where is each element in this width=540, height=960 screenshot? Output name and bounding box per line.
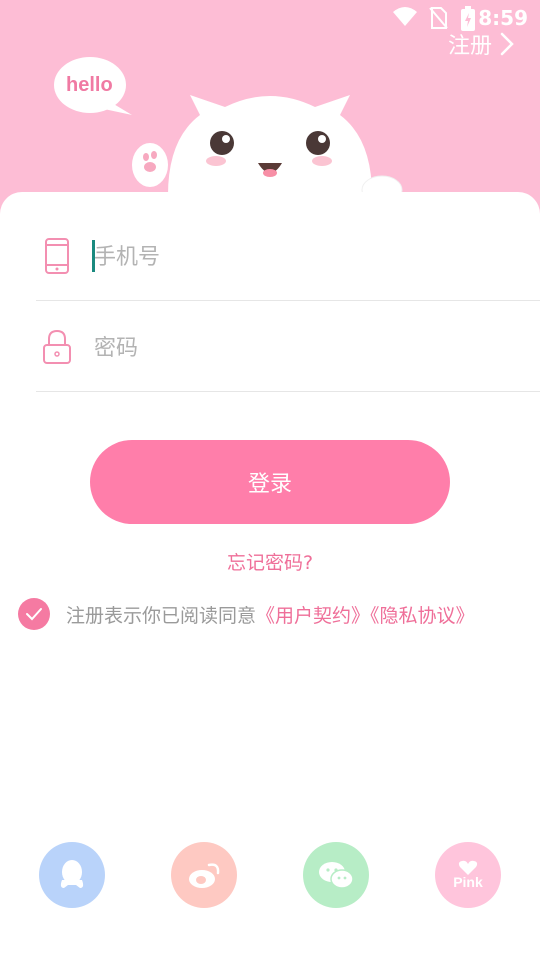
login-button[interactable]: 登录 (90, 440, 450, 524)
user-agreement-link[interactable]: 《用户契约》 (256, 605, 370, 627)
password-input[interactable] (94, 331, 494, 365)
wechat-login-button[interactable] (303, 842, 369, 908)
qq-login-button[interactable] (39, 842, 105, 908)
lock-icon (43, 329, 71, 364)
no-sim-icon (429, 7, 448, 29)
weibo-login-button[interactable] (171, 842, 237, 908)
checkmark-icon (26, 608, 42, 621)
password-field (36, 301, 540, 392)
pink-login-button[interactable]: Pink (435, 842, 501, 908)
chevron-right-icon (500, 32, 514, 56)
agreement-row: 注册表示你已阅读同意《用户契约》《隐私协议》 (18, 598, 475, 630)
pink-label: Pink (453, 874, 483, 890)
register-label: 注册 (447, 34, 492, 59)
wifi-icon (393, 7, 417, 26)
forgot-password-link[interactable]: 忘记密码? (0, 548, 540, 575)
register-link[interactable]: 注册 (448, 28, 514, 60)
status-time: 8:59 (478, 6, 528, 30)
wechat-icon (319, 862, 354, 889)
weibo-icon (189, 863, 220, 888)
agreement-checkbox[interactable] (18, 598, 50, 630)
phone-icon (45, 238, 69, 274)
qq-icon (60, 860, 84, 888)
phone-field (36, 210, 540, 301)
agreement-text: 注册表示你已阅读同意《用户契约》《隐私协议》 (66, 601, 475, 628)
privacy-policy-link[interactable]: 《隐私协议》 (370, 605, 475, 627)
hello-text: hello (66, 74, 113, 96)
agreement-prefix: 注册表示你已阅读同意 (66, 604, 257, 627)
phone-input[interactable] (94, 240, 494, 274)
